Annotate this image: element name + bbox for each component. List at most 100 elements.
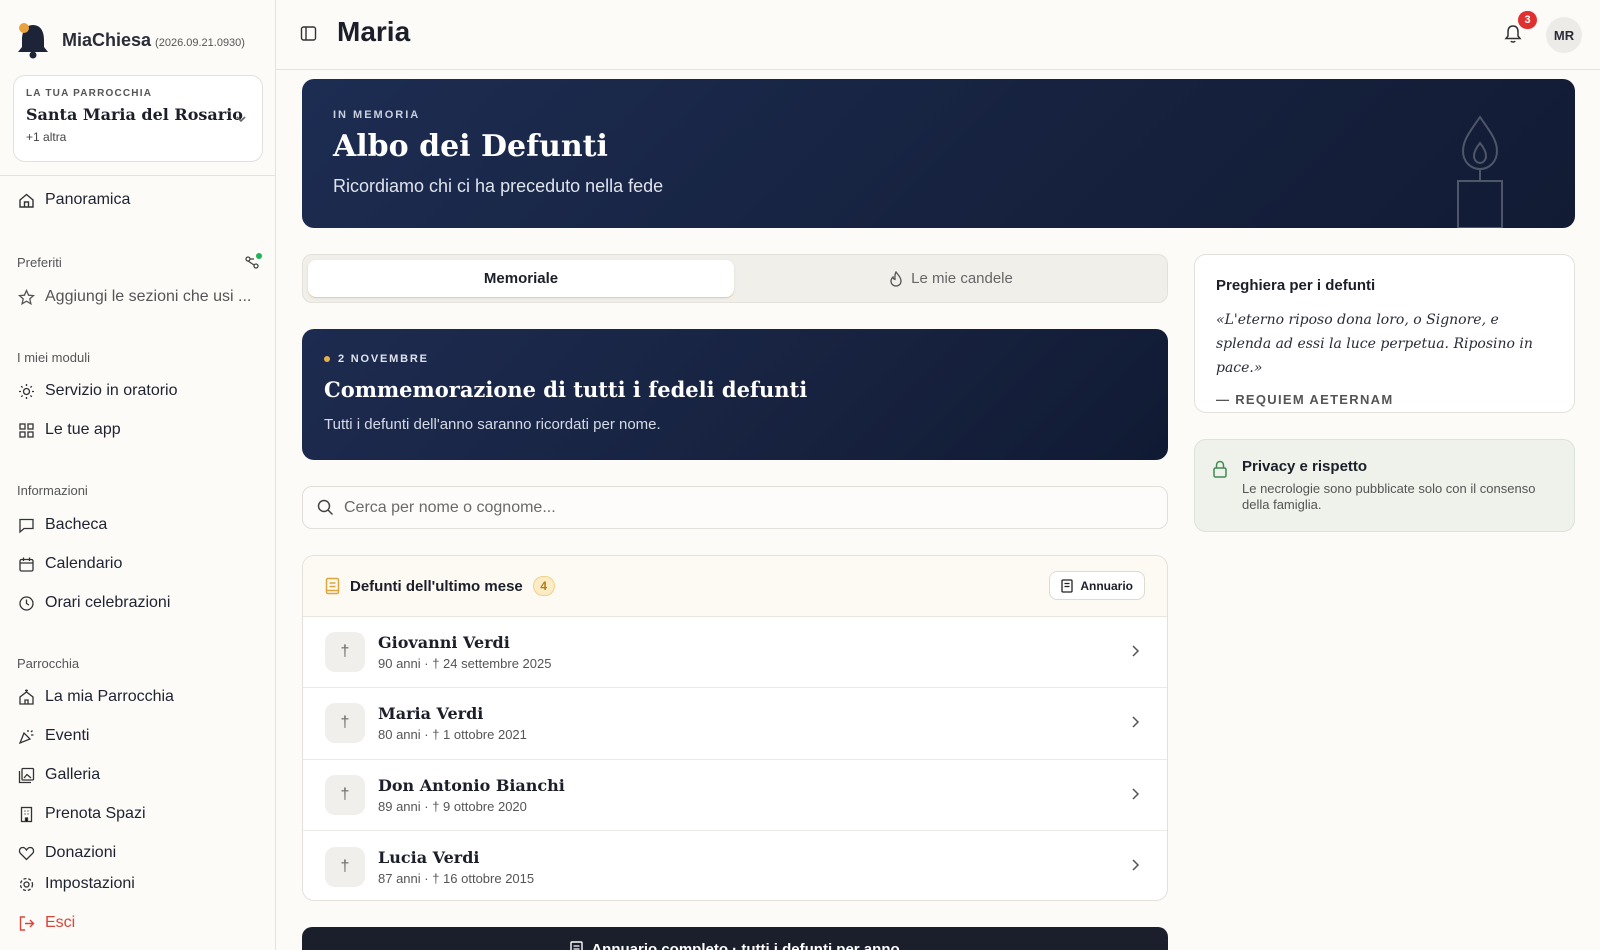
top-bar: Maria 3 MR xyxy=(276,0,1600,70)
accent-dot xyxy=(324,356,330,362)
sidebar-item-eventi[interactable]: Eventi xyxy=(17,727,89,745)
info-section-label: Informazioni xyxy=(17,483,88,498)
sidebar-item-le-tue-app[interactable]: Le tue app xyxy=(17,421,121,439)
star-icon xyxy=(17,288,35,306)
heart-icon xyxy=(17,844,35,862)
sidebar-item-servizio-oratorio[interactable]: Servizio in oratorio xyxy=(17,382,178,400)
app-title: MiaChiesa xyxy=(62,29,152,50)
privacy-card: Privacy e rispetto Le necrologie sono pu… xyxy=(1194,439,1575,532)
modules-section-label: I miei moduli xyxy=(17,350,90,365)
sidebar-item-bacheca[interactable]: Bacheca xyxy=(17,516,107,534)
list-header: Defunti dell'ultimo mese 4 Annuario xyxy=(303,556,1167,617)
sidebar-item-label: Aggiungi le sezioni che usi ... xyxy=(45,288,252,305)
gallery-icon xyxy=(17,766,35,784)
chevron-right-icon xyxy=(1129,644,1141,658)
privacy-text: Le necrologie sono pubblicate solo con i… xyxy=(1242,481,1536,512)
sidebar-item-label: Donazioni xyxy=(45,844,117,861)
list-item[interactable]: † Don Antonio Bianchi 89 anni · † 9 ottob… xyxy=(303,760,1167,831)
share-icon[interactable] xyxy=(244,253,262,271)
hero-banner: IN MEMORIA Albo dei Defunti Ricordiamo c… xyxy=(302,79,1575,228)
annuario-button[interactable]: Annuario xyxy=(1049,571,1145,600)
deceased-name: Maria Verdi xyxy=(378,704,484,724)
prayer-card: Preghiera per i defunti «L'eterno riposo… xyxy=(1194,254,1575,413)
hero-subtitle: Ricordiamo chi ci ha preceduto nella fed… xyxy=(333,176,664,196)
sidebar-item-esci[interactable]: Esci xyxy=(17,914,75,932)
cross-icon: † xyxy=(325,703,365,744)
sidebar-item-label: Esci xyxy=(45,914,76,931)
sidebar-item-label: Le tue app xyxy=(45,421,121,438)
annuario-label: Annuario xyxy=(1080,578,1133,593)
list-item[interactable]: † Giovanni Verdi 90 anni · † 24 settembre… xyxy=(303,617,1167,689)
parish-more: +1 altra xyxy=(26,130,67,144)
commemoration-subtitle: Tutti i defunti dell'anno saranno ricord… xyxy=(324,416,661,433)
home-icon xyxy=(17,191,35,209)
search-input[interactable] xyxy=(344,498,1124,517)
gear-icon xyxy=(17,875,35,893)
sidebar-item-mia-parrocchia[interactable]: La mia Parrocchia xyxy=(17,688,174,706)
lock-icon xyxy=(1212,460,1228,478)
app-version: (2026.09.21.0930) xyxy=(155,36,245,49)
sidebar-item-label: Orari celebrazioni xyxy=(45,594,171,611)
sidebar-item-orari[interactable]: Orari celebrazioni xyxy=(17,594,170,612)
chevron-right-icon xyxy=(1129,715,1141,729)
chevron-right-icon xyxy=(1129,858,1141,872)
sidebar-toggle-icon[interactable] xyxy=(300,25,317,42)
building-icon xyxy=(17,805,35,823)
sidebar-divider xyxy=(0,175,276,176)
book-icon xyxy=(570,941,584,950)
tab-label: Le mie candele xyxy=(911,270,1013,287)
sidebar-item-label: Calendario xyxy=(45,555,123,572)
deceased-list: Defunti dell'ultimo mese 4 Annuario † Gi… xyxy=(302,555,1168,901)
commemoration-kicker: 2 NOVEMBRE xyxy=(324,353,1146,365)
sidebar-item-add-favorites[interactable]: Aggiungi le sezioni che usi ... xyxy=(17,288,251,306)
book-icon xyxy=(325,577,340,595)
sidebar-item-label: Galleria xyxy=(45,766,101,783)
deceased-name: Giovanni Verdi xyxy=(378,633,510,653)
church-icon xyxy=(17,688,35,706)
sidebar: MiaChiesa (2026.09.21.0930) LA TUA PARROC… xyxy=(0,0,276,950)
privacy-title: Privacy e rispetto xyxy=(1242,458,1368,475)
parish-kicker: LA TUA PARROCCHIA xyxy=(26,88,153,99)
avatar[interactable]: MR xyxy=(1546,17,1582,53)
search-icon xyxy=(317,499,334,516)
parish-name: Santa Maria del Rosario xyxy=(26,105,243,124)
sidebar-item-prenota-spazi[interactable]: Prenota Spazi xyxy=(17,805,146,823)
cross-icon: † xyxy=(325,774,365,815)
sidebar-item-donazioni[interactable]: Donazioni xyxy=(17,844,116,862)
sidebar-item-galleria[interactable]: Galleria xyxy=(17,766,100,784)
calendar-icon xyxy=(17,555,35,573)
party-icon xyxy=(17,727,35,745)
sidebar-item-calendario[interactable]: Calendario xyxy=(17,555,122,573)
page-title: Maria xyxy=(337,16,411,47)
full-yearbook-button[interactable]: Annuario completo · tutti i defunti per … xyxy=(302,927,1168,950)
clock-icon xyxy=(17,594,35,612)
tab-le-mie-candele[interactable]: Le mie candele xyxy=(738,260,1164,297)
sidebar-item-panoramica[interactable]: Panoramica xyxy=(17,191,130,209)
commemoration-title: Commemorazione di tutti i fedeli defunti xyxy=(324,377,808,402)
sidebar-item-label: Servizio in oratorio xyxy=(45,382,178,399)
sun-icon xyxy=(17,382,35,400)
cross-icon: † xyxy=(325,632,365,673)
grid-icon xyxy=(17,421,35,439)
cross-icon: † xyxy=(325,846,365,887)
list-title: Defunti dell'ultimo mese xyxy=(350,577,523,595)
flame-icon xyxy=(889,270,903,287)
hero-title: Albo dei Defunti xyxy=(333,129,608,164)
bell-logo-icon xyxy=(16,20,50,60)
sidebar-item-impostazioni[interactable]: Impostazioni xyxy=(17,875,135,893)
sidebar-item-label: Eventi xyxy=(45,727,90,744)
sidebar-item-label: Prenota Spazi xyxy=(45,805,146,822)
list-item[interactable]: † Maria Verdi 80 anni · † 1 ottobre 2021 xyxy=(303,688,1167,760)
brand[interactable]: MiaChiesa (2026.09.21.0930) xyxy=(16,20,245,60)
parish-selector[interactable]: LA TUA PARROCCHIA Santa Maria del Rosari… xyxy=(13,75,263,162)
notification-bell-icon[interactable] xyxy=(1504,24,1522,44)
deceased-meta: 90 anni · † 24 settembre 2025 xyxy=(378,656,552,672)
prayer-text: «L'eterno riposo dona loro, o Signore, e… xyxy=(1216,312,1533,376)
deceased-name: Don Antonio Bianchi xyxy=(378,775,565,795)
notification-badge: 3 xyxy=(1518,11,1537,29)
sidebar-item-label: La mia Parrocchia xyxy=(45,688,174,705)
tab-memoriale[interactable]: Memoriale xyxy=(308,260,734,297)
list-item[interactable]: † Lucia Verdi 87 anni · † 16 ottobre 2015 xyxy=(303,831,1167,900)
chevron-down-icon xyxy=(234,112,248,126)
commemoration-banner: 2 NOVEMBRE Commemorazione di tutti i fed… xyxy=(302,329,1168,460)
